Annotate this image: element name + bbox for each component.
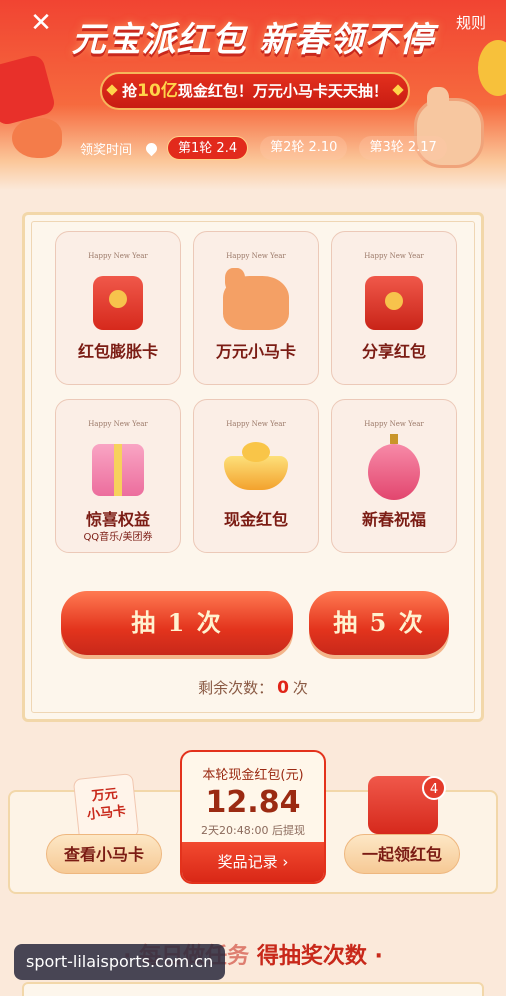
schedule-label: 领奖时间	[80, 142, 133, 158]
lottery-panel: Happy New Year 红包膨胀卡 Happy New Year 万元小马…	[22, 212, 484, 722]
prize-card: Happy New Year 分享红包	[331, 231, 457, 385]
diamond-icon	[106, 84, 118, 96]
cash-amount: 12.84	[205, 785, 301, 820]
remaining-draws: 剩余次数： 0 次	[25, 677, 481, 698]
location-pin-icon	[143, 140, 160, 156]
remaining-unit: 次	[292, 679, 308, 697]
collect-together-button[interactable]: 一起领红包	[344, 834, 460, 874]
cash-envelope-box: 本轮现金红包(元) 12.84 2天20:48:00 后提现 奖品记录 ›	[180, 750, 326, 884]
schedule-bar: 领奖时间 第1轮 2.4 第2轮 2.10 第3轮 2.17	[80, 134, 459, 162]
round-tab-3[interactable]: 第3轮 2.17	[359, 136, 447, 160]
cash-countdown: 2天20:48:00 后提现	[201, 824, 305, 837]
section-title-part-b: 得抽奖次数 ·	[256, 944, 383, 969]
horse-icon	[223, 268, 289, 330]
prize-label: 现金红包	[223, 510, 288, 529]
banner-pre: 抢	[122, 82, 138, 100]
diamond-icon	[392, 84, 404, 96]
red-envelopes-icon	[365, 276, 423, 330]
prize-card: Happy New Year 万元小马卡	[193, 231, 319, 385]
remaining-label: 剩余次数：	[198, 679, 274, 697]
round-tab-1[interactable]: 第1轮 2.4	[167, 136, 249, 160]
prize-label: 红包膨胀卡	[77, 342, 158, 361]
page-title: 元宝派红包 新春领不停	[71, 20, 435, 60]
prize-card: Happy New Year 惊喜权益 QQ音乐/美团券	[55, 399, 181, 553]
prize-label: 分享红包	[361, 342, 426, 361]
prize-grid: Happy New Year 红包膨胀卡 Happy New Year 万元小马…	[55, 231, 457, 553]
banner-post: 现金红包！万元小马卡天天抽！	[177, 82, 388, 100]
promo-banner: 抢10亿现金红包！万元小马卡天天抽！	[100, 72, 410, 110]
view-horse-card-button[interactable]: 查看小马卡	[46, 834, 162, 874]
koi-fish-icon	[12, 118, 62, 158]
card-caption: Happy New Year	[226, 420, 286, 428]
cash-title: 本轮现金红包(元)	[202, 768, 304, 783]
card-caption: Happy New Year	[364, 420, 424, 428]
prize-card: Happy New Year 新春祝福	[331, 399, 457, 553]
remaining-count: 0	[277, 678, 289, 698]
prize-label: 万元小马卡	[215, 342, 296, 361]
task-panel	[22, 982, 484, 996]
card-caption: Happy New Year	[88, 420, 148, 428]
draw-five-button[interactable]: 抽 5 次	[309, 591, 449, 655]
watermark: sport-lilaisports.com.cn	[14, 944, 226, 980]
red-envelope-decoration-icon	[0, 53, 57, 127]
round-tab-2[interactable]: 第2轮 2.10	[260, 136, 348, 160]
horse-card-thumbnail: 万元 小马卡	[72, 773, 140, 843]
gold-ingot-icon	[224, 442, 288, 490]
card-caption: Happy New Year	[364, 252, 424, 260]
gift-box-icon	[92, 444, 144, 496]
prize-label: 惊喜权益	[85, 510, 150, 529]
prize-card: Happy New Year 红包膨胀卡	[55, 231, 181, 385]
prize-sublabel: QQ音乐/美团券	[83, 532, 153, 543]
notification-badge: 4	[422, 776, 446, 800]
card-caption: Happy New Year	[88, 252, 148, 260]
red-envelope-icon	[93, 276, 143, 330]
banner-highlight: 10亿	[137, 81, 178, 101]
card-caption: Happy New Year	[226, 252, 286, 260]
prize-card: Happy New Year 现金红包	[193, 399, 319, 553]
header: ✕ 规则 元宝派红包 新春领不停 抢10亿现金红包！万元小马卡天天抽！ 领奖时间…	[0, 0, 506, 190]
prize-label: 新春祝福	[361, 510, 426, 529]
draw-once-button[interactable]: 抽 1 次	[61, 591, 293, 655]
lantern-icon	[368, 434, 420, 500]
prize-records-button[interactable]: 奖品记录 ›	[182, 842, 324, 882]
